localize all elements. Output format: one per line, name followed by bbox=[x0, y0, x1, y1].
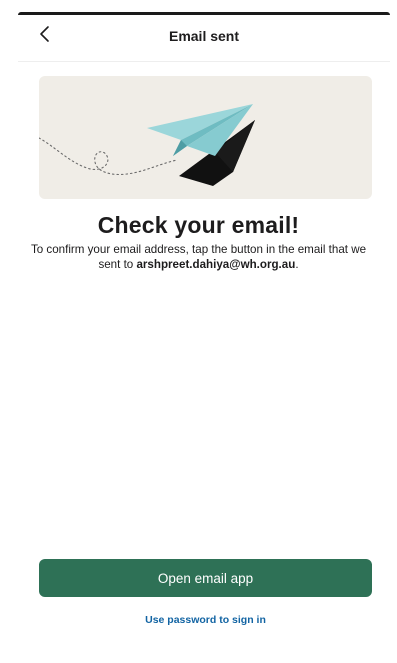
email-address: arshpreet.dahiya@wh.org.au bbox=[136, 258, 296, 271]
page-title: Email sent bbox=[168, 28, 240, 44]
confirmation-text-end: . bbox=[295, 258, 299, 271]
confirmation-message: To confirm your email address, tap the b… bbox=[28, 242, 369, 272]
check-email-heading: Check your email! bbox=[97, 212, 300, 238]
email-sent-screen: Email sent Check your email! To confirm … bbox=[0, 0, 397, 663]
paper-plane-icon bbox=[39, 104, 255, 186]
hero-illustration bbox=[39, 76, 372, 199]
open-email-app-button[interactable]: Open email app bbox=[39, 559, 372, 597]
use-password-link[interactable]: Use password to sign in bbox=[39, 614, 372, 626]
header: Email sent bbox=[18, 15, 390, 62]
